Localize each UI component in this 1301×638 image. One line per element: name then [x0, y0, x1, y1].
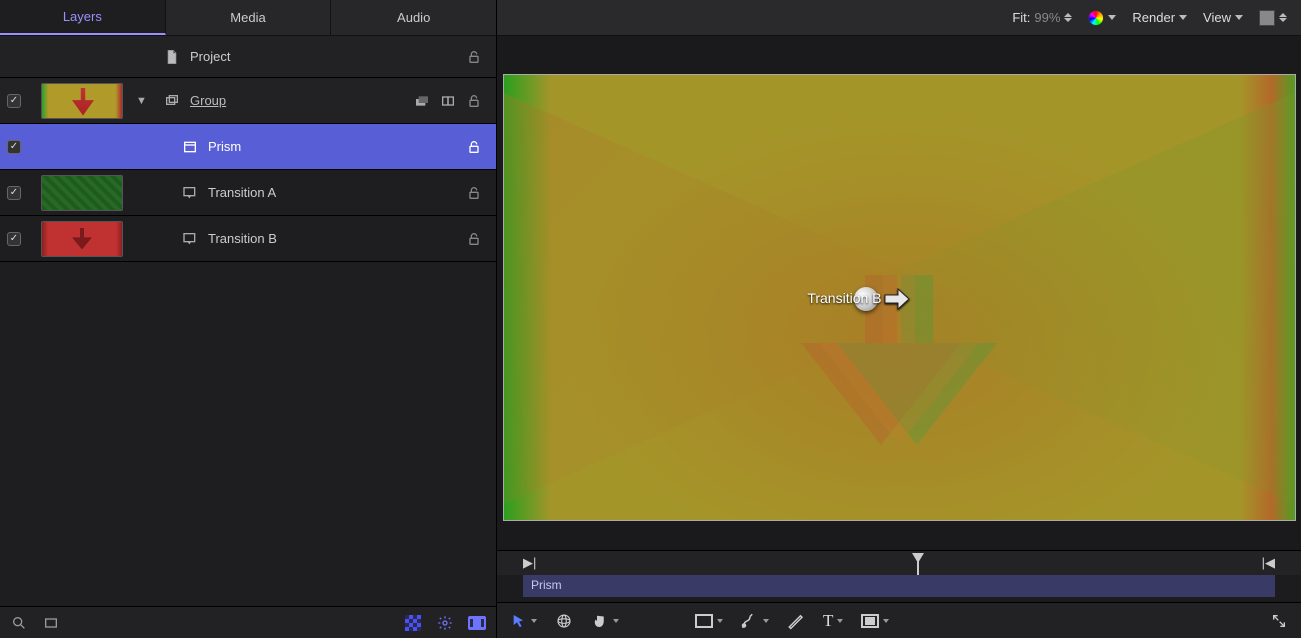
visibility-checkbox[interactable] [7, 140, 21, 154]
layer-label[interactable]: Prism [208, 139, 458, 154]
fit-value: 99% [1034, 10, 1060, 25]
isolate-icon[interactable] [440, 93, 456, 109]
playhead-icon[interactable] [912, 553, 924, 563]
render-label: Render [1132, 10, 1175, 25]
placeholder-icon [180, 185, 200, 201]
visibility-checkbox[interactable] [7, 94, 21, 108]
text-tool[interactable]: T [823, 611, 843, 631]
clip-icon[interactable] [468, 614, 486, 632]
chevron-down-icon [1179, 15, 1187, 20]
rectangle-tool[interactable] [695, 614, 723, 628]
group-icon [162, 93, 182, 109]
tab-audio[interactable]: Audio [331, 0, 496, 35]
fit-zoom-control[interactable]: Fit: 99% [1012, 10, 1072, 25]
mask-tool[interactable] [861, 614, 889, 628]
gear-icon[interactable] [436, 614, 454, 632]
project-row[interactable]: Project [0, 36, 496, 78]
disclosure-triangle-icon[interactable]: ▼ [136, 95, 154, 107]
tab-layers[interactable]: Layers [0, 0, 166, 35]
3d-transform-tool[interactable] [555, 612, 573, 630]
in-point-icon[interactable]: ▶| [523, 555, 536, 571]
placeholder-icon [180, 231, 200, 247]
fullscreen-icon[interactable] [1271, 613, 1287, 629]
layer-row-transition-a[interactable]: Transition A [0, 170, 496, 216]
layer-thumbnail[interactable] [41, 175, 123, 211]
canvas-area: Transition B [497, 36, 1301, 550]
lock-icon[interactable] [466, 231, 482, 247]
stepper-icon[interactable] [1279, 13, 1287, 22]
layers-footer [0, 606, 496, 638]
group-row[interactable]: ▼ Group [0, 78, 496, 124]
channel-swatch-icon [1259, 10, 1275, 26]
chevron-down-icon [531, 619, 537, 623]
project-label: Project [190, 49, 458, 64]
chevron-down-icon [1108, 15, 1116, 20]
out-point-icon[interactable]: |◀ [1262, 555, 1275, 571]
select-tool[interactable] [511, 613, 537, 629]
chevron-down-icon [1235, 15, 1243, 20]
filter-icon [180, 139, 200, 155]
pan-tool[interactable] [591, 612, 619, 630]
visibility-checkbox[interactable] [7, 232, 21, 246]
group-label[interactable]: Group [190, 93, 406, 108]
onscreen-control-label: Transition B [807, 290, 881, 306]
chevron-down-icon [837, 619, 843, 623]
visibility-checkbox[interactable] [7, 186, 21, 200]
canvas-tools: T [497, 602, 1301, 638]
view-label: View [1203, 10, 1231, 25]
layer-thumbnail[interactable] [41, 221, 123, 257]
search-icon[interactable] [10, 614, 28, 632]
chevron-down-icon [883, 619, 889, 623]
stepper-icon[interactable] [1064, 13, 1072, 22]
lock-icon[interactable] [466, 139, 482, 155]
layers-panel: Layers Media Audio Project [0, 0, 497, 638]
chevron-down-icon [763, 619, 769, 623]
color-wheel-icon [1088, 10, 1104, 26]
layer-row-prism[interactable]: Prism [0, 124, 496, 170]
layer-label[interactable]: Transition B [208, 231, 458, 246]
color-space-menu[interactable] [1088, 10, 1116, 26]
render-menu[interactable]: Render [1132, 10, 1187, 25]
lock-icon[interactable] [466, 49, 482, 65]
group-thumbnail[interactable] [41, 83, 123, 119]
mini-timeline[interactable]: ▶| |◀ Prism [497, 550, 1301, 602]
lock-icon[interactable] [466, 93, 482, 109]
view-menu[interactable]: View [1203, 10, 1243, 25]
layer-label[interactable]: Transition A [208, 185, 458, 200]
document-icon [162, 49, 182, 65]
stack-icon[interactable] [414, 93, 430, 109]
arrow-right-icon[interactable] [884, 288, 910, 310]
viewer-toolbar: Fit: 99% Render View [497, 0, 1301, 36]
fit-label: Fit: [1012, 10, 1030, 25]
layers-list: Project ▼ Group [0, 36, 496, 606]
layer-row-transition-b[interactable]: Transition B [0, 216, 496, 262]
paint-stroke-tool[interactable] [787, 612, 805, 630]
chevron-down-icon [717, 619, 723, 623]
lock-icon[interactable] [466, 185, 482, 201]
canvas[interactable]: Transition B [503, 74, 1296, 521]
checker-icon[interactable] [404, 614, 422, 632]
onscreen-control[interactable]: Transition B [854, 287, 910, 311]
bezier-tool[interactable] [741, 612, 769, 630]
chevron-down-icon [613, 619, 619, 623]
tab-media[interactable]: Media [166, 0, 332, 35]
timeline-clip[interactable]: Prism [523, 575, 1275, 597]
viewer-panel: Fit: 99% Render View [497, 0, 1301, 638]
frame-icon[interactable] [42, 614, 60, 632]
channel-menu[interactable] [1259, 10, 1287, 26]
timeline-ruler[interactable]: ▶| |◀ [497, 551, 1301, 575]
panel-tabs: Layers Media Audio [0, 0, 496, 36]
